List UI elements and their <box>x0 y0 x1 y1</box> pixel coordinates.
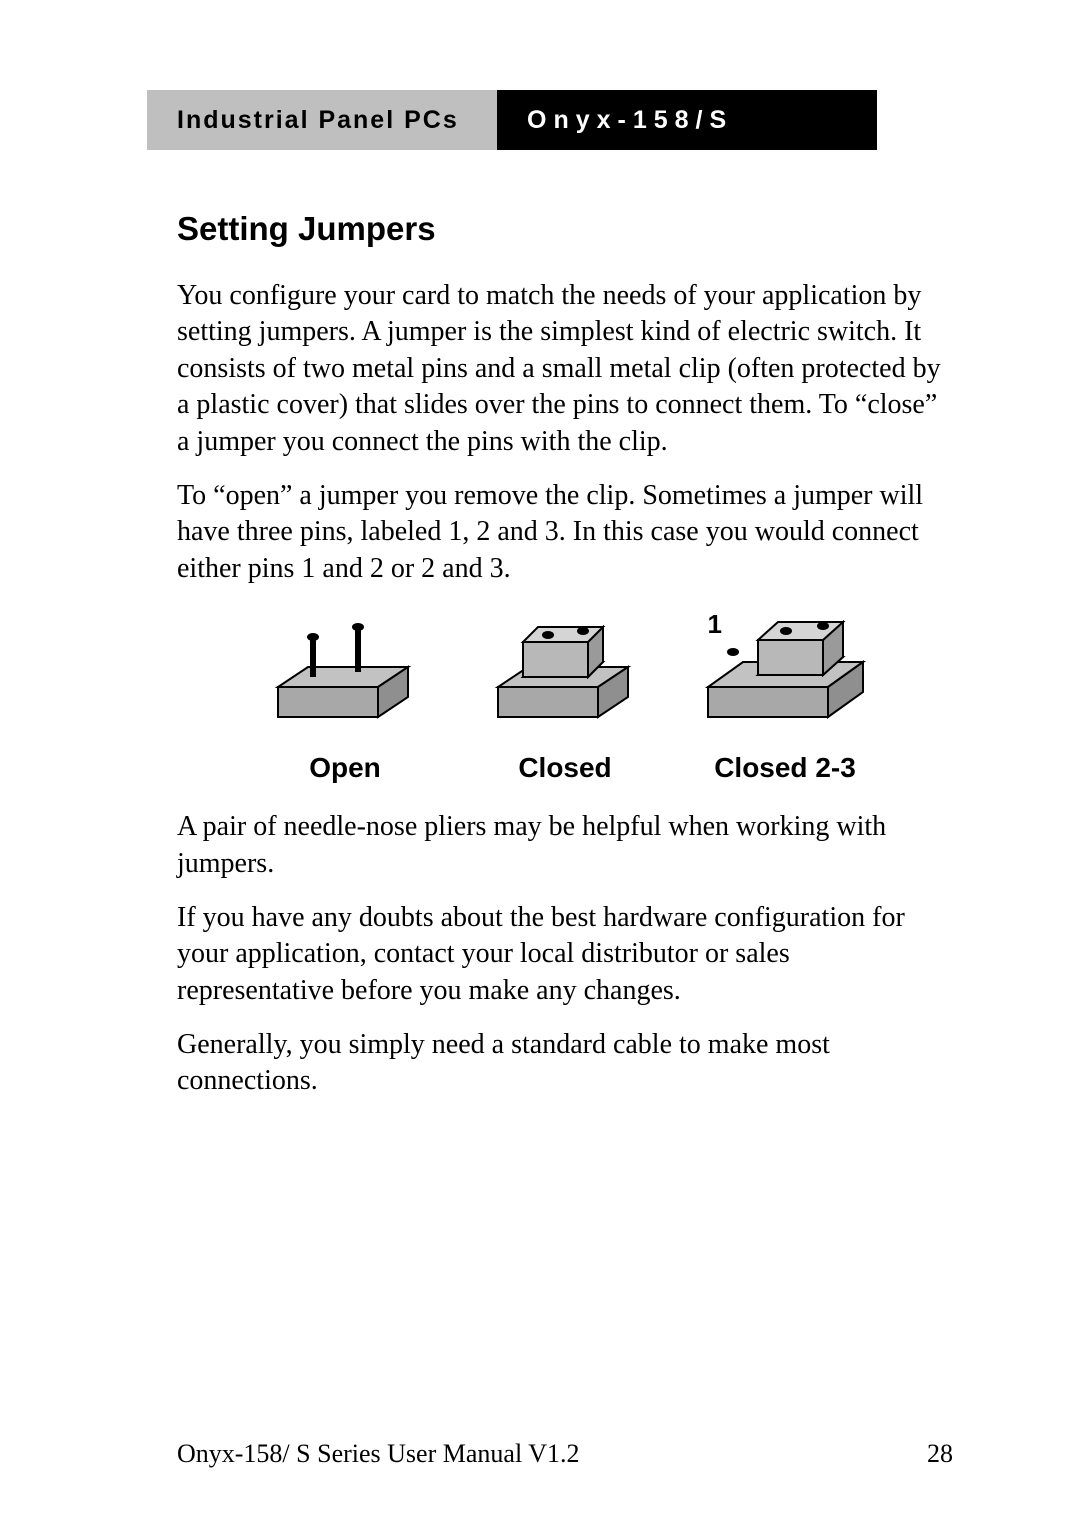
paragraph-4: If you have any doubts about the best ha… <box>177 900 953 1009</box>
header-right-label: Onyx-158/S <box>497 90 877 150</box>
manual-page: Industrial Panel PCs Onyx-158/S Setting … <box>0 0 1080 1529</box>
jumper-closed-diagram: Closed <box>478 607 653 784</box>
jumper-closed-icon <box>478 607 653 742</box>
paragraph-3: A pair of needle-nose pliers may be help… <box>177 809 953 882</box>
footer-page-number: 28 <box>927 1439 953 1469</box>
section-title: Setting Jumpers <box>177 210 953 248</box>
jumper-open-icon <box>258 607 433 742</box>
jumper-open-diagram: Open <box>258 607 433 784</box>
footer-manual-title: Onyx-158/ S Series User Manual V1.2 <box>177 1439 579 1469</box>
paragraph-5: Generally, you simply need a standard ca… <box>177 1027 953 1100</box>
page-footer: Onyx-158/ S Series User Manual V1.2 28 <box>177 1439 953 1469</box>
jumper-diagram-row: Open Closed <box>177 607 953 784</box>
jumper-closed23-diagram: 1 Closed 2-3 <box>698 607 873 784</box>
paragraph-2: To “open” a jumper you remove the clip. … <box>177 478 953 587</box>
jumper-closed23-caption: Closed 2-3 <box>714 752 856 784</box>
jumper-open-caption: Open <box>309 752 381 784</box>
page-header: Industrial Panel PCs Onyx-158/S <box>147 90 973 150</box>
jumper-closed-caption: Closed <box>518 752 611 784</box>
paragraph-1: You configure your card to match the nee… <box>177 278 953 460</box>
content-area: Setting Jumpers You configure your card … <box>177 210 953 1100</box>
jumper-closed23-icon <box>698 607 873 742</box>
header-left-label: Industrial Panel PCs <box>147 90 497 150</box>
pin-1-label: 1 <box>708 609 722 640</box>
